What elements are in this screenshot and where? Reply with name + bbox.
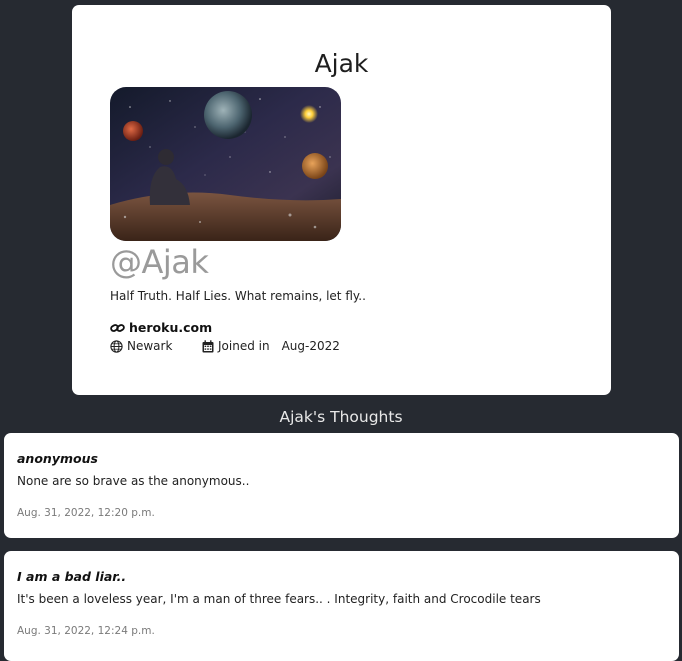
thoughts-section-title: Ajak's Thoughts [279,408,403,426]
thought-card[interactable]: anonymous None are so brave as the anony… [4,433,679,538]
globe-icon [110,339,123,353]
profile-bio: Half Truth. Half Lies. What remains, let… [110,289,366,303]
profile-card: Ajak @Ajak Half Truth. Half Lies. What r… [72,5,611,395]
location-text: Newark [127,339,173,353]
website-link-text[interactable]: heroku.com [129,320,212,335]
website-link[interactable]: heroku.com [110,320,212,335]
location: Newark [110,339,202,353]
calendar-icon [202,339,214,353]
thought-title[interactable]: anonymous [17,451,98,466]
thought-card[interactable]: I am a bad liar.. It's been a loveless y… [4,551,679,661]
thought-body: None are so brave as the anonymous.. [17,474,250,488]
thought-date: Aug. 31, 2022, 12:20 p.m. [17,507,155,519]
profile-name: Ajak [314,49,369,78]
profile-banner-image [110,87,341,241]
profile-handle: @Ajak [110,243,209,281]
thought-title[interactable]: I am a bad liar.. [17,569,126,584]
joined-date: Joined in Aug-2022 [202,339,340,353]
joined-label: Joined in [218,339,270,353]
link-icon [110,322,125,334]
thought-date: Aug. 31, 2022, 12:24 p.m. [17,625,155,637]
profile-meta-row: Newark Joined in Aug-2022 [110,339,340,353]
thought-body: It's been a loveless year, I'm a man of … [17,592,541,606]
joined-value: Aug-2022 [281,339,340,353]
